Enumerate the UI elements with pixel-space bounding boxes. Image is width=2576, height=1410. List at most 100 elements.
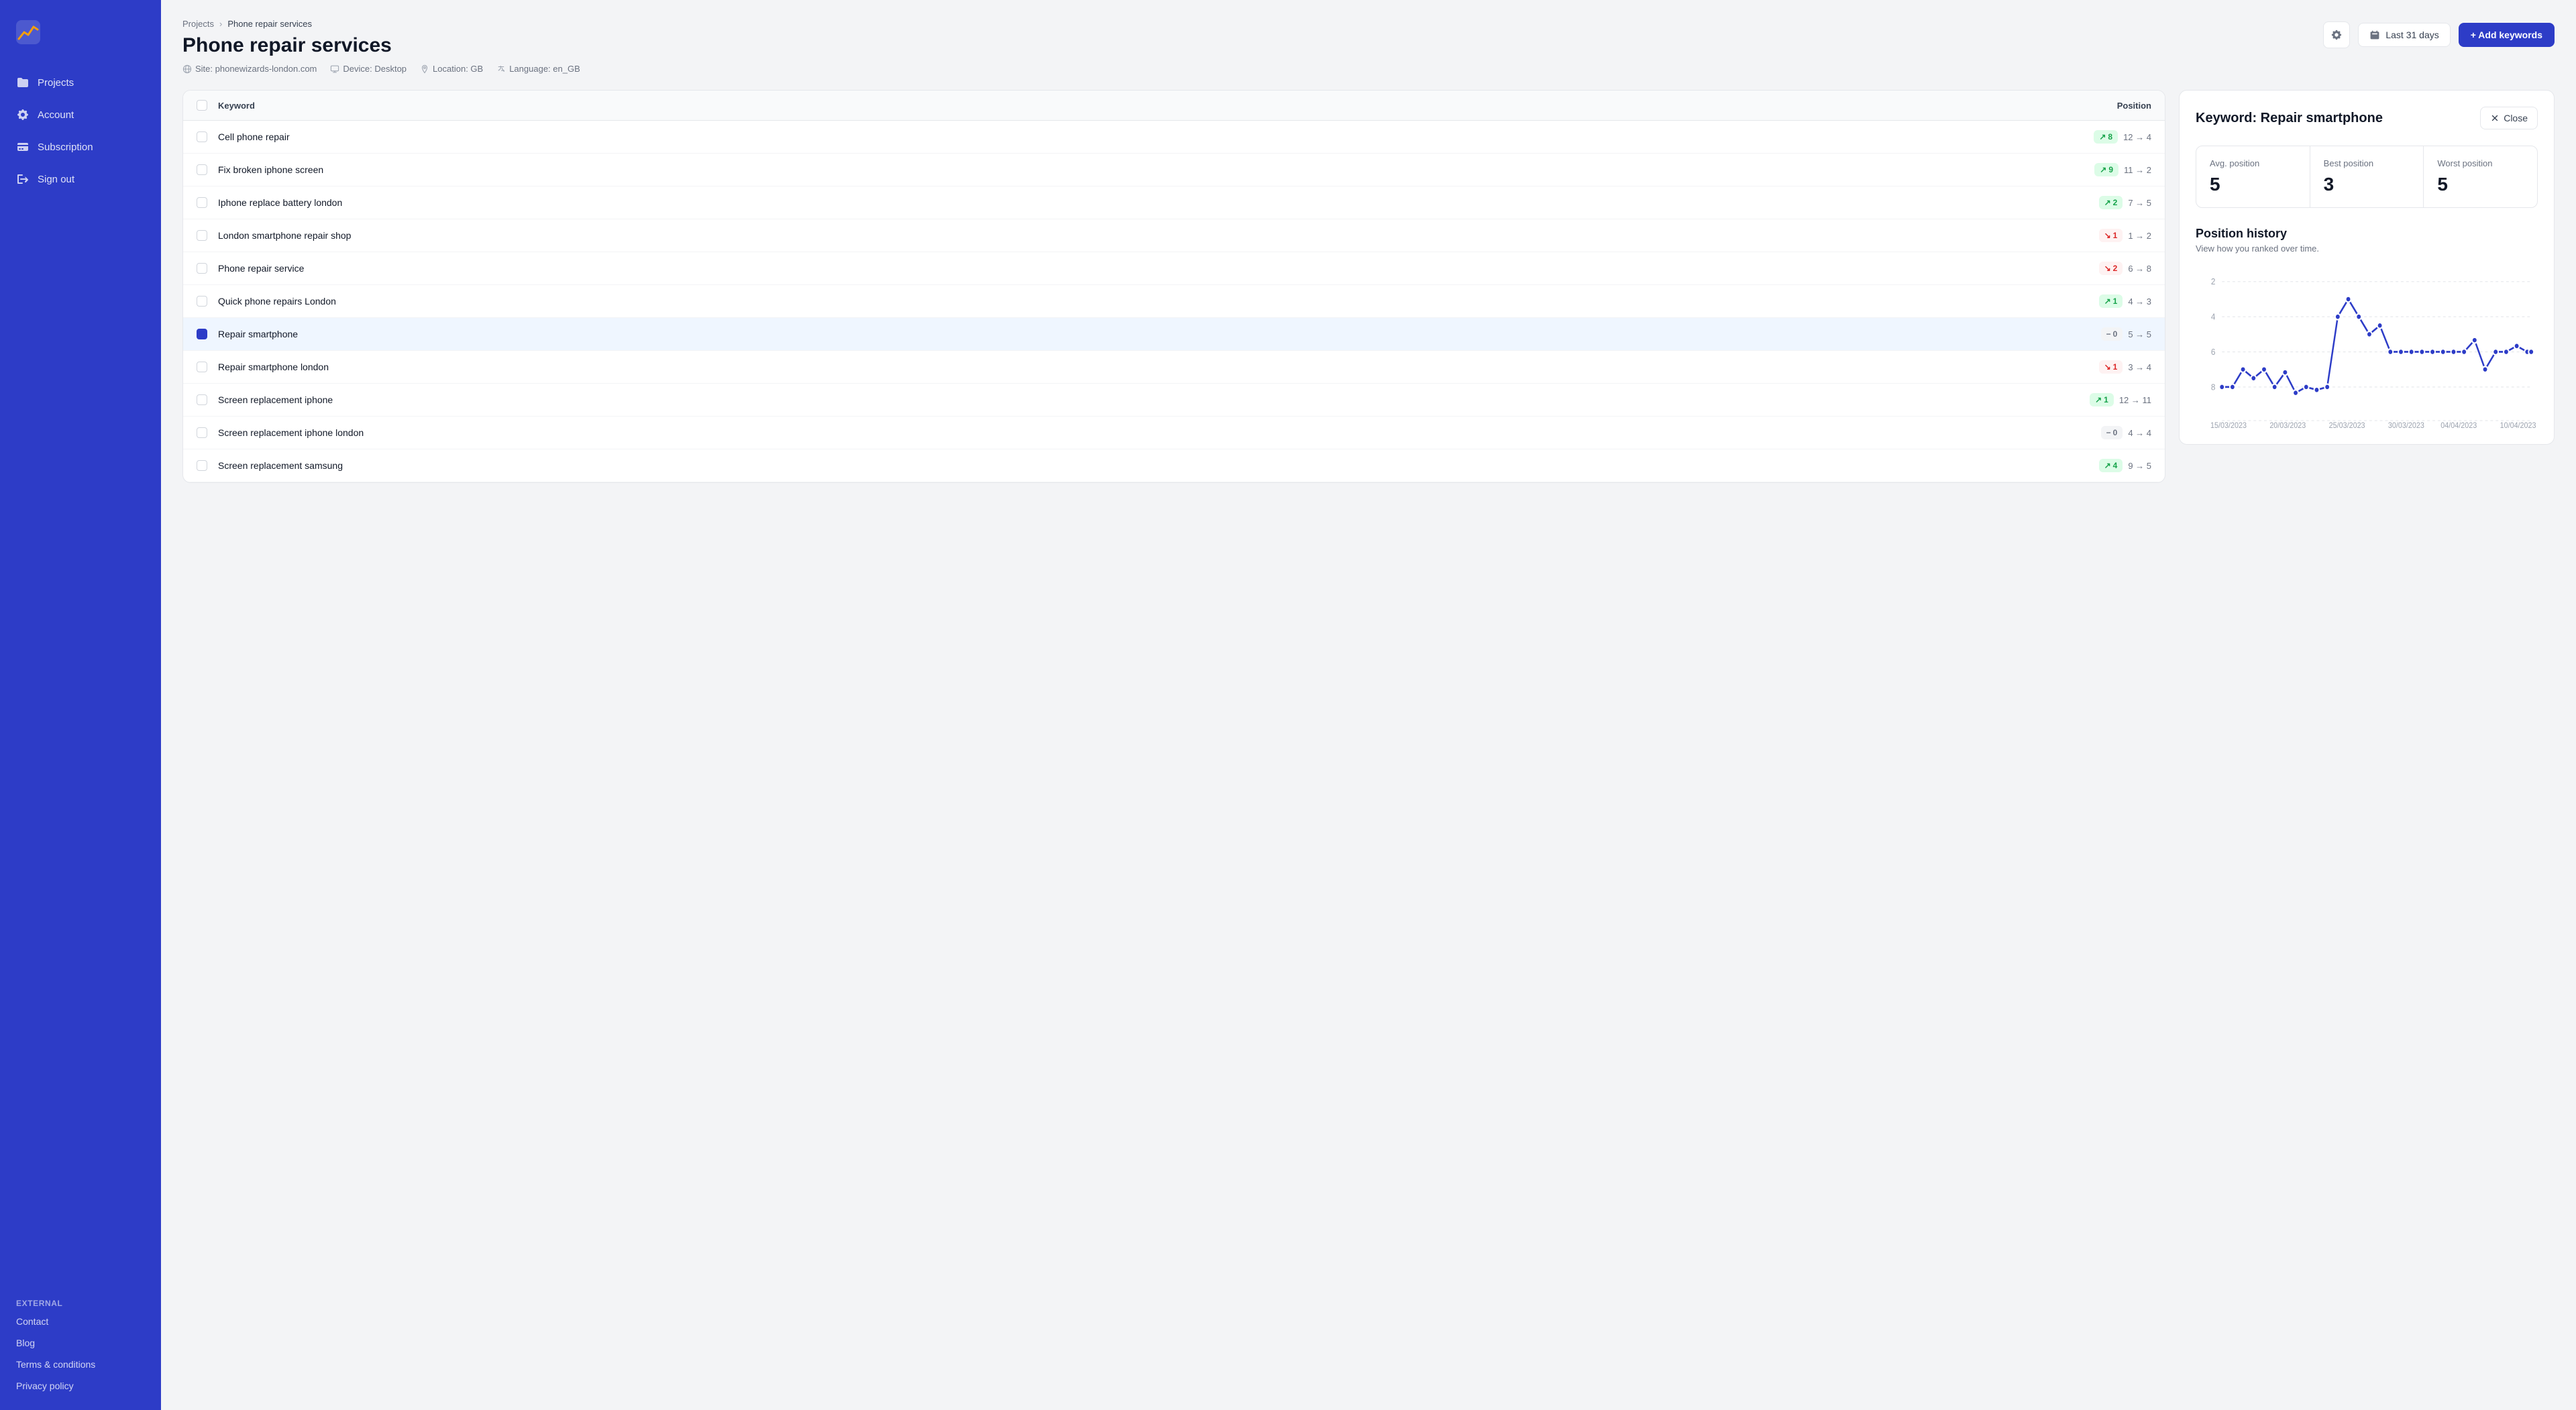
row-position-data: ↗ 1 12 → 11 xyxy=(2057,393,2151,406)
chart-dot xyxy=(2272,384,2277,390)
row-checkbox[interactable] xyxy=(197,329,207,339)
row-checkbox[interactable] xyxy=(197,263,207,274)
row-checkbox[interactable] xyxy=(197,427,207,438)
row-keyword-name: Screen replacement iphone london xyxy=(218,427,2057,438)
gear-icon xyxy=(16,108,30,121)
keywords-card: Keyword Position Cell phone repair ↗ 8 1… xyxy=(182,90,2165,483)
breadcrumb-parent[interactable]: Projects xyxy=(182,19,214,29)
row-checkbox[interactable] xyxy=(197,296,207,307)
row-checkbox[interactable] xyxy=(197,230,207,241)
table-row[interactable]: Quick phone repairs London ↗ 1 4 → 3 xyxy=(183,285,2165,318)
terms-link[interactable]: Terms & conditions xyxy=(0,1354,161,1375)
row-position-data: ↗ 8 12 → 4 xyxy=(2057,130,2151,144)
row-check xyxy=(197,460,218,471)
table-row[interactable]: Screen replacement iphone london − 0 4 →… xyxy=(183,417,2165,449)
position-badge: ↗ 1 xyxy=(2099,294,2123,308)
table-row[interactable]: Cell phone repair ↗ 8 12 → 4 xyxy=(183,121,2165,154)
table-row[interactable]: Repair smartphone − 0 5 → 5 xyxy=(183,318,2165,351)
header-left: Projects › Phone repair services Phone r… xyxy=(182,19,580,74)
table-row[interactable]: Fix broken iphone screen ↗ 9 11 → 2 xyxy=(183,154,2165,186)
row-check xyxy=(197,230,218,241)
badge-arrow: − xyxy=(2106,329,2111,339)
chart-dot xyxy=(2514,343,2520,349)
table-body: Cell phone repair ↗ 8 12 → 4 Fix broken … xyxy=(183,121,2165,482)
chart-dot xyxy=(2472,337,2477,343)
row-checkbox[interactable] xyxy=(197,460,207,471)
position-range: 1 → 2 xyxy=(2128,231,2151,241)
chart-dot xyxy=(2241,366,2246,372)
close-label: Close xyxy=(2504,113,2528,123)
row-checkbox[interactable] xyxy=(197,164,207,175)
row-check xyxy=(197,427,218,438)
table-row[interactable]: Screen replacement iphone ↗ 1 12 → 11 xyxy=(183,384,2165,417)
row-checkbox[interactable] xyxy=(197,394,207,405)
sidebar-item-account[interactable]: Account xyxy=(0,99,161,131)
chart-dot xyxy=(2440,349,2446,355)
position-badge: ↗ 4 xyxy=(2099,459,2123,472)
col-position-header: Position xyxy=(2057,101,2151,111)
privacy-link[interactable]: Privacy policy xyxy=(0,1375,161,1397)
position-badge: − 0 xyxy=(2101,327,2123,341)
close-button[interactable]: Close xyxy=(2480,107,2538,129)
position-badge: − 0 xyxy=(2101,426,2123,439)
location-icon xyxy=(420,64,429,74)
main-content: Projects › Phone repair services Phone r… xyxy=(161,0,2576,1410)
row-checkbox[interactable] xyxy=(197,197,207,208)
position-badge: ↗ 2 xyxy=(2099,196,2123,209)
stat-worst-position: Worst position 5 xyxy=(2423,146,2537,207)
position-badge: ↗ 8 xyxy=(2094,130,2118,144)
position-range: 11 → 2 xyxy=(2124,165,2151,175)
row-keyword-name: Repair smartphone london xyxy=(218,362,2057,372)
table-row[interactable]: Phone repair service ↘ 2 6 → 8 xyxy=(183,252,2165,285)
col-keyword-header: Keyword xyxy=(218,101,2057,111)
table-row[interactable]: Screen replacement samsung ↗ 4 9 → 5 xyxy=(183,449,2165,482)
chart-dot xyxy=(2504,349,2509,355)
settings-button[interactable] xyxy=(2323,21,2350,48)
sidebar-item-signout[interactable]: Sign out xyxy=(0,163,161,195)
sidebar-item-subscription[interactable]: Subscription xyxy=(0,131,161,163)
sidebar-item-label: Subscription xyxy=(38,142,93,153)
globe-icon xyxy=(182,64,192,74)
row-checkbox[interactable] xyxy=(197,362,207,372)
svg-text:6: 6 xyxy=(2211,347,2216,357)
select-all-checkbox[interactable] xyxy=(197,100,207,111)
chart-dot xyxy=(2251,375,2256,381)
contact-link[interactable]: Contact xyxy=(0,1311,161,1332)
chart-dot xyxy=(2398,349,2404,355)
table-row[interactable]: London smartphone repair shop ↘ 1 1 → 2 xyxy=(183,219,2165,252)
stats-row: Avg. position 5 Best position 3 Worst po… xyxy=(2196,146,2538,208)
chart-dot xyxy=(2304,384,2309,390)
badge-arrow: − xyxy=(2106,428,2111,437)
row-keyword-name: Fix broken iphone screen xyxy=(218,164,2057,175)
table-row[interactable]: Iphone replace battery london ↗ 2 7 → 5 xyxy=(183,186,2165,219)
badge-value: 1 xyxy=(2113,231,2118,240)
folder-icon xyxy=(16,76,30,89)
chart-dot xyxy=(2387,349,2393,355)
row-check xyxy=(197,394,218,405)
position-range: 4 → 3 xyxy=(2128,296,2151,307)
row-position-data: ↗ 2 7 → 5 xyxy=(2057,196,2151,209)
badge-value: 1 xyxy=(2113,362,2118,372)
row-position-data: ↘ 1 1 → 2 xyxy=(2057,229,2151,242)
blog-link[interactable]: Blog xyxy=(0,1332,161,1354)
row-checkbox[interactable] xyxy=(197,131,207,142)
chart-dot xyxy=(2461,349,2467,355)
chart-dot xyxy=(2483,366,2488,372)
chart-dot xyxy=(2419,349,2424,355)
logo[interactable] xyxy=(0,13,161,66)
badge-arrow: ↗ xyxy=(2104,461,2111,470)
table-row[interactable]: Repair smartphone london ↘ 1 3 → 4 xyxy=(183,351,2165,384)
position-badge: ↘ 1 xyxy=(2099,360,2123,374)
badge-value: 9 xyxy=(2108,165,2113,174)
date-range-button[interactable]: Last 31 days xyxy=(2358,23,2450,47)
badge-arrow: ↗ xyxy=(2104,296,2111,306)
row-check xyxy=(197,362,218,372)
position-badge: ↗ 9 xyxy=(2094,163,2118,176)
add-keywords-button[interactable]: + Add keywords xyxy=(2459,23,2555,47)
sidebar-item-projects[interactable]: Projects xyxy=(0,66,161,99)
language-icon xyxy=(496,64,506,74)
detail-panel: Keyword: Repair smartphone Close Avg. po… xyxy=(2179,90,2555,445)
row-check xyxy=(197,263,218,274)
row-position-data: ↘ 2 6 → 8 xyxy=(2057,262,2151,275)
badge-value: 1 xyxy=(2104,395,2108,404)
